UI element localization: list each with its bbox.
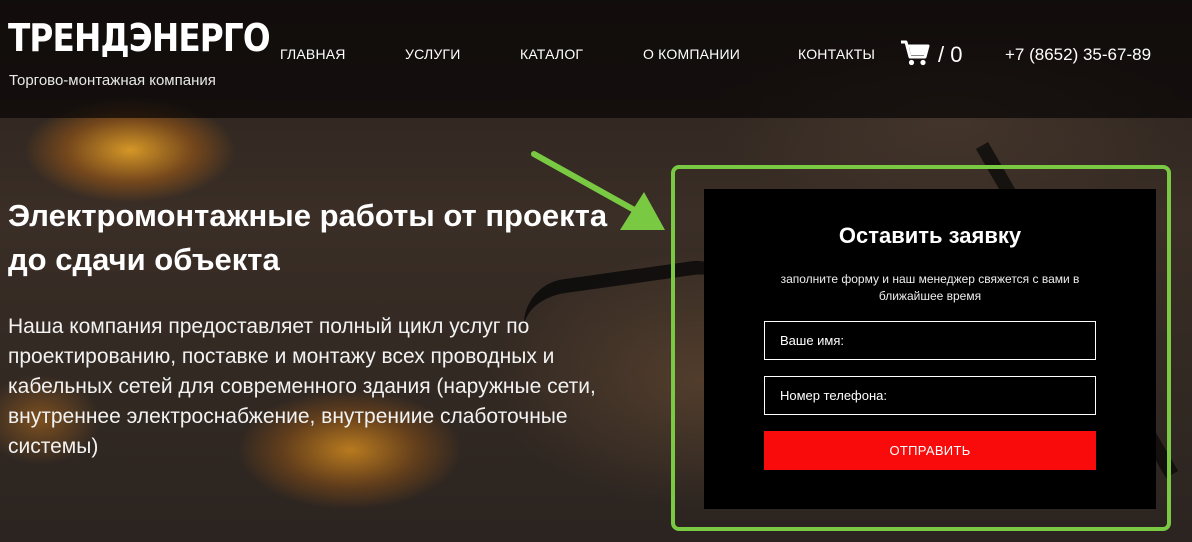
form-subtitle: заполните форму и наш менеджер свяжется …	[780, 272, 1080, 303]
cart-button[interactable]: / 0	[900, 40, 962, 70]
green-arrow-icon	[531, 151, 665, 230]
name-input[interactable]	[764, 321, 1096, 360]
form-title: Оставить заявку	[838, 223, 1022, 248]
nav-item-services[interactable]: УСЛУГИ	[405, 46, 460, 62]
cart-count: / 0	[938, 42, 963, 67]
site-header: ТРЕНДЭНЕРГО Торгово-монтажная компания Г…	[0, 0, 1192, 118]
phone-input[interactable]	[764, 376, 1096, 415]
nav-item-catalog[interactable]: КАТАЛОГ	[520, 46, 583, 62]
shopping-cart-icon	[900, 39, 930, 72]
request-form: Оставить заявку заполните форму и наш ме…	[704, 189, 1156, 509]
phone-number[interactable]: +7 (8652) 35-67-89	[1005, 45, 1151, 65]
hero-description: Наша компания предоставляет полный цикл …	[8, 315, 596, 458]
hero-title: Электромонтажные работы от проекта до сд…	[8, 198, 608, 277]
logo-title[interactable]: ТРЕНДЭНЕРГО	[8, 16, 271, 60]
nav-item-about[interactable]: О КОМПАНИИ	[643, 46, 740, 62]
nav-item-contacts[interactable]: КОНТАКТЫ	[798, 46, 875, 62]
submit-button[interactable]: ОТПРАВИТЬ	[764, 431, 1096, 470]
logo-subtitle: Торгово-монтажная компания	[9, 72, 216, 89]
nav-item-home[interactable]: ГЛАВНАЯ	[280, 46, 346, 62]
